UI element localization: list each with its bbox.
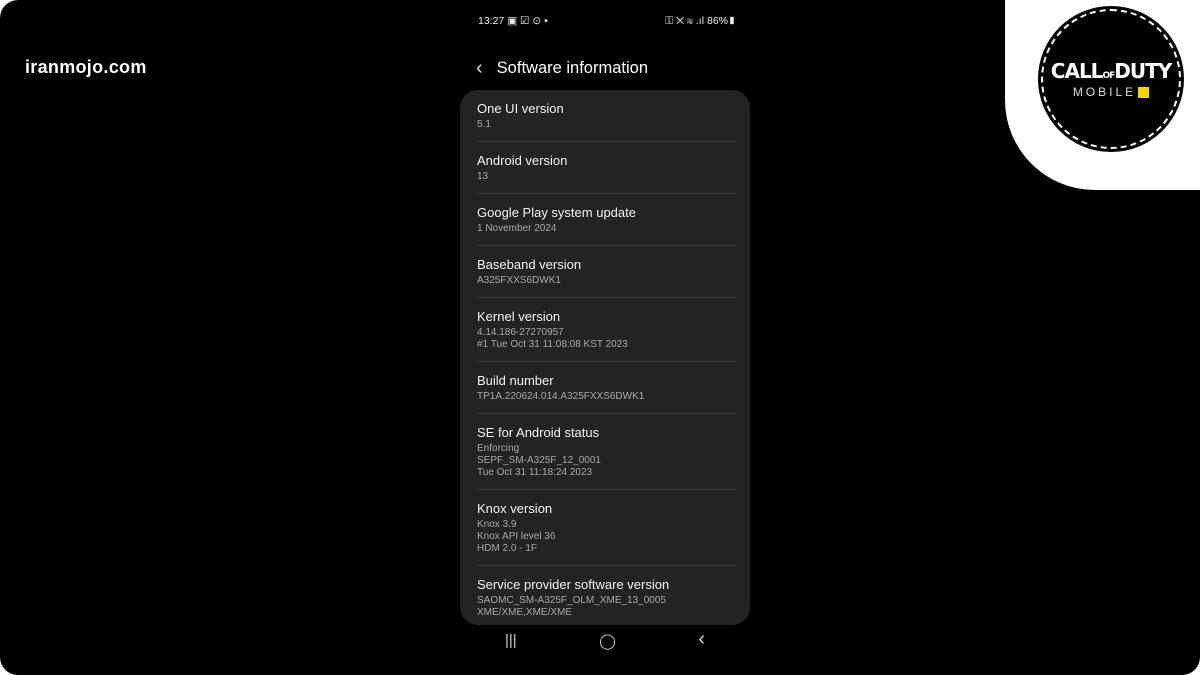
nav-back-button[interactable]: ‹ (698, 628, 705, 651)
system-icons: ⚿ ✕ ≋ .ıl (665, 15, 705, 27)
item-title: Baseband version (477, 257, 582, 272)
item-value: XME/XME,XME/XME (477, 607, 573, 618)
item-title: Knox version (477, 501, 553, 516)
notification-icons: ▣ ☑ ⊙ • (507, 15, 548, 27)
list-item[interactable]: SE for Android status Enforcing SEPF_SM-A3… (477, 414, 737, 490)
list-item[interactable]: Android version 13 (477, 142, 737, 194)
app-header: ‹ Software information (476, 57, 648, 80)
item-value: Knox 3.9 (477, 519, 517, 530)
list-item[interactable]: One UI version 5.1 (477, 90, 737, 142)
page-title: Software information (496, 59, 648, 77)
item-value: 5.1 (477, 119, 491, 130)
item-title: Android version (477, 153, 568, 168)
item-title: SE for Android status (477, 425, 600, 440)
clock: 13:27 (478, 15, 505, 27)
list-item[interactable]: Baseband version A325FXXS6DWK1 (477, 246, 737, 298)
item-value: HDM 2.0 - 1F (477, 543, 538, 554)
call-of-duty-mobile-logo: CALLOFDUTY MOBILE (1038, 6, 1184, 152)
item-value: SAOMC_SM-A325F_OLM_XME_13_0005 (477, 595, 666, 606)
item-title: One UI version (477, 101, 564, 116)
list-item[interactable]: Build number TP1A.220624.014.A325FXXS6DWK… (477, 362, 737, 414)
item-value: Knox API level 36 (477, 531, 556, 542)
battery-level: 86% (706, 15, 728, 27)
recents-button[interactable]: ||| (505, 632, 517, 651)
item-title: Kernel version (477, 309, 561, 324)
list-item[interactable]: Kernel version 4.14.186-27270957 #1 Tue Oc… (477, 298, 737, 362)
item-value: Tue Oct 31 11:18:24 2023 (477, 467, 593, 478)
list-item[interactable]: Service provider software version SAOMC_S… (477, 566, 737, 629)
battery-icon: ▮ (728, 15, 736, 27)
status-bar: 13:27 ▣ ☑ ⊙ • ⚿ ✕ ≋ .ıl 86%▮ (478, 15, 736, 28)
home-button[interactable]: ◯ (599, 632, 616, 651)
list-item[interactable]: Knox version Knox 3.9 Knox API level 36 HDM… (477, 490, 737, 566)
item-value: A325FXXS6DWK1 (477, 275, 561, 286)
item-title: Service provider software version (477, 577, 670, 592)
item-title: Build number (477, 373, 554, 388)
site-watermark: iranmojo.com (25, 57, 147, 77)
item-value: 1 November 2024 (477, 223, 557, 234)
list-item[interactable]: Google Play system update 1 November 2024 (477, 194, 737, 246)
item-value: Enforcing (477, 443, 520, 454)
navigation-bar: ||| ◯ ‹ (505, 628, 705, 651)
item-value: 13 (477, 171, 489, 182)
item-value: SEPF_SM-A325F_12_0001 (477, 455, 601, 466)
item-value: #1 Tue Oct 31 11:08:08 KST 2023 (477, 339, 628, 350)
software-info-list: One UI version 5.1 Android version 13 Google… (460, 90, 750, 625)
back-button[interactable]: ‹ (476, 57, 483, 80)
item-value: 4.14.186-27270957 (477, 327, 564, 338)
item-value: TP1A.220624.014.A325FXXS6DWK1 (477, 391, 645, 402)
item-title: Google Play system update (477, 205, 636, 220)
